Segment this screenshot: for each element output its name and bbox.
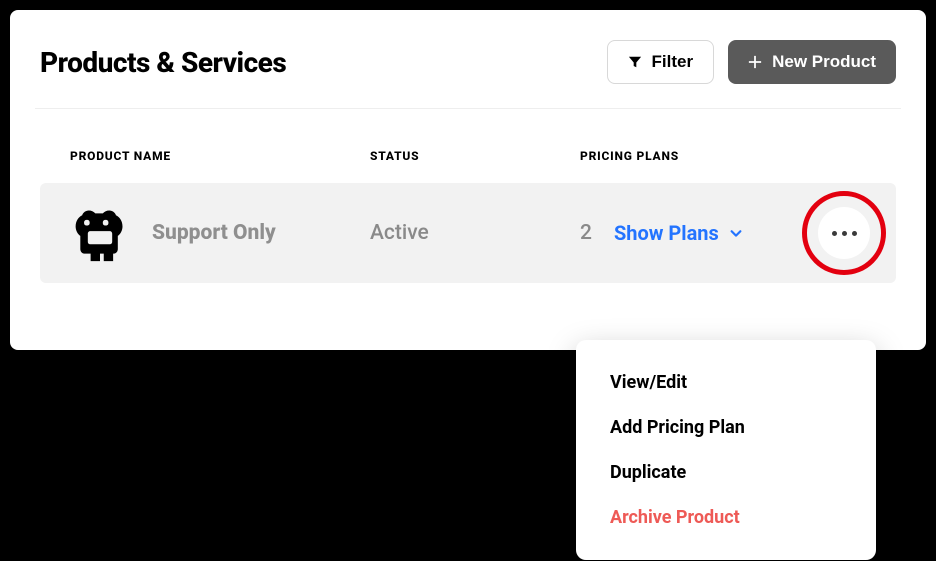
dot-icon: [852, 231, 857, 236]
col-header-plans: PRICING PLANS: [580, 149, 866, 163]
show-plans-button[interactable]: Show Plans: [614, 221, 743, 245]
header-actions: Filter New Product: [607, 40, 896, 84]
chevron-down-icon: [729, 226, 743, 240]
plus-icon: [748, 55, 762, 69]
panel-header: Products & Services Filter New Product: [40, 40, 896, 108]
table-row: Support Only Active 2 Show Plans: [40, 183, 896, 283]
menu-archive-product[interactable]: Archive Product: [576, 495, 876, 540]
menu-duplicate[interactable]: Duplicate: [576, 450, 876, 495]
actions-dropdown: View/Edit Add Pricing Plan Duplicate Arc…: [576, 340, 876, 560]
filter-icon: [628, 55, 642, 69]
status-cell: Active: [370, 221, 580, 245]
menu-view-edit[interactable]: View/Edit: [576, 360, 876, 405]
dot-icon: [842, 231, 847, 236]
products-panel: Products & Services Filter New Product P…: [10, 10, 926, 350]
col-header-status: STATUS: [370, 149, 580, 163]
more-actions-button[interactable]: [818, 207, 870, 259]
menu-add-pricing-plan[interactable]: Add Pricing Plan: [576, 405, 876, 450]
new-product-button[interactable]: New Product: [728, 40, 896, 84]
new-product-label: New Product: [772, 52, 876, 72]
table-header: PRODUCT NAME STATUS PRICING PLANS: [40, 109, 896, 183]
page-title: Products & Services: [40, 46, 286, 79]
filter-button[interactable]: Filter: [607, 40, 715, 84]
gorilla-icon: [70, 203, 130, 263]
product-name: Support Only: [152, 221, 276, 245]
dot-icon: [832, 231, 837, 236]
col-header-name: PRODUCT NAME: [70, 149, 370, 163]
show-plans-label: Show Plans: [614, 221, 719, 245]
filter-label: Filter: [652, 52, 694, 72]
plan-count: 2: [580, 221, 592, 245]
product-logo: [70, 203, 130, 263]
product-cell: Support Only: [70, 203, 370, 263]
